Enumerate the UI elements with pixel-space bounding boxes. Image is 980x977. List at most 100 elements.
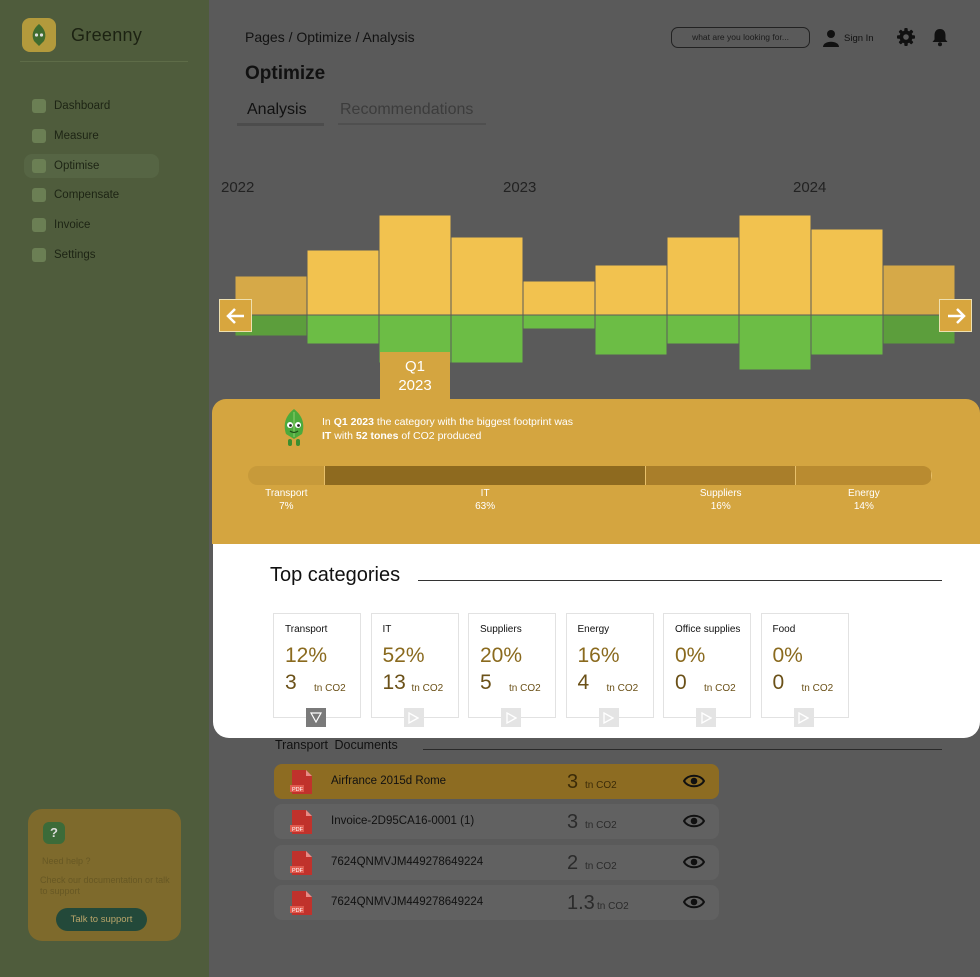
chart-bar-down[interactable] [810,314,884,356]
document-row[interactable]: PDF 7624QNMVJM449278649224 2 tn CO2 [274,845,719,880]
expand-category-button[interactable] [403,708,424,727]
category-card[interactable]: Energy 16% 4 tn CO2 [565,613,654,727]
section-title: Top categories [270,564,401,586]
help-icon: ? [43,822,65,844]
category-split-bar [248,466,932,485]
category-card[interactable]: Food 0% 0 tn CO2 [760,613,849,727]
category-value: 3 [285,671,297,694]
selected-quarter-tab[interactable]: Q1 2023 [380,352,450,402]
talk-to-support-button[interactable]: Talk to support [56,908,147,931]
split-category-label: Transport [265,488,308,499]
divider [418,580,942,581]
documents-title: Transport Documents [275,738,398,752]
leaf-mascot-icon [284,409,304,446]
chart-bar-up[interactable] [738,214,812,316]
category-percent: 12% [285,644,328,667]
document-value: 2 [567,852,579,874]
category-percent: 20% [480,644,523,667]
expand-category-button[interactable] [696,708,716,727]
pdf-icon: PDF [290,850,314,881]
expand-category-button[interactable] [598,708,619,727]
document-unit: tn CO2 [597,901,629,912]
category-name: Transport [285,624,328,635]
eye-icon[interactable] [682,854,706,875]
category-unit: tn CO2 [509,683,541,694]
document-name: Airfrance 2015d Rome [331,775,447,787]
category-name: Office supplies [675,624,741,635]
document-row[interactable]: PDF 7624QNMVJM449278649224 1.3 tn CO2 [274,885,719,920]
chart-bar-up[interactable] [594,264,668,316]
split-segment-suppliers[interactable] [645,466,796,485]
category-name: Suppliers [480,624,522,635]
document-name: Invoice-2D95CA16-0001 (1) [331,815,475,827]
expand-category-button[interactable] [793,708,814,727]
chart-bar-down[interactable] [666,314,740,345]
category-name: Energy [577,624,610,635]
svg-text:PDF: PDF [292,787,304,793]
prev-period-button[interactable] [219,299,252,332]
svg-text:PDF: PDF [292,908,304,914]
next-period-button[interactable] [939,299,972,332]
document-row[interactable]: PDF Airfrance 2015d Rome 3 tn CO2 [274,764,719,799]
help-card: ? Need help ? Check our documentation or… [28,809,181,941]
pdf-icon: PDF [290,769,314,800]
document-name: 7624QNMVJM449278649224 [331,856,484,868]
chart-bar-up[interactable] [450,236,524,316]
expand-category-button[interactable] [501,708,521,727]
split-label: IT 63% [475,487,495,513]
category-card[interactable]: Office supplies 0% 0 tn CO2 [663,613,751,727]
category-unit: tn CO2 [606,683,639,694]
split-percent-label: 14% [853,501,874,512]
category-percent: 0% [772,644,803,667]
chart-bar-up[interactable] [666,236,740,316]
document-unit: tn CO2 [585,780,617,791]
split-segment-transport[interactable] [248,466,325,485]
help-text: Check our documentation or talk to suppo… [40,875,170,896]
top-categories-panel: Top categories Transport 12% 3 tn CO2 IT 52% 1… [213,544,980,738]
category-card[interactable]: Suppliers 20% 5 tn CO2 [468,613,556,727]
expand-category-button[interactable] [306,708,326,727]
document-unit: tn CO2 [585,861,617,872]
document-row[interactable]: PDF Invoice-2D95CA16-0001 (1) 3 tn CO2 [274,804,719,839]
eye-icon[interactable] [682,773,706,794]
category-unit: tn CO2 [411,683,444,694]
split-label: Suppliers 16% [700,487,742,513]
pdf-icon: PDF [290,890,314,921]
chart-bar-down[interactable] [738,314,812,371]
insight-panel: In Q1 2023 the category with the biggest… [212,399,980,544]
category-value: 5 [480,671,492,694]
category-unit: tn CO2 [801,683,834,694]
chart-bar-down[interactable] [594,314,668,356]
divider [423,749,942,750]
chart-bar-down[interactable] [522,314,596,330]
category-card[interactable]: Transport 12% 3 tn CO2 [273,613,361,727]
eye-icon[interactable] [682,813,706,834]
split-segment-energy[interactable] [795,466,932,485]
category-percent: 0% [675,644,706,667]
split-category-label: Energy [848,488,880,499]
chart-bar-down[interactable] [450,314,524,364]
category-card[interactable]: IT 52% 13 tn CO2 [370,613,459,727]
svg-text:PDF: PDF [292,868,304,874]
chart-bar-down[interactable] [306,314,380,345]
chart-bar-up[interactable] [306,249,380,316]
arrow-left-icon [225,307,244,324]
eye-icon[interactable] [682,894,706,915]
split-segment-it[interactable] [324,466,646,485]
footprint-bar-chart [234,214,956,371]
help-title: Need help ? [42,856,91,866]
category-percent: 52% [382,644,425,667]
play-icon [798,711,809,724]
category-value: 0 [772,671,785,694]
split-percent-label: 7% [279,501,294,512]
category-percent: 16% [577,644,620,667]
category-value: 0 [675,671,687,694]
chart-bar-up[interactable] [378,214,452,316]
arrow-right-icon [947,307,966,324]
chart-bar-up[interactable] [522,280,596,316]
category-name: Food [772,624,796,635]
split-percent-label: 16% [710,501,731,512]
split-category-label: Suppliers [699,488,742,499]
category-value: 4 [577,671,590,694]
chart-bar-up[interactable] [810,228,884,316]
